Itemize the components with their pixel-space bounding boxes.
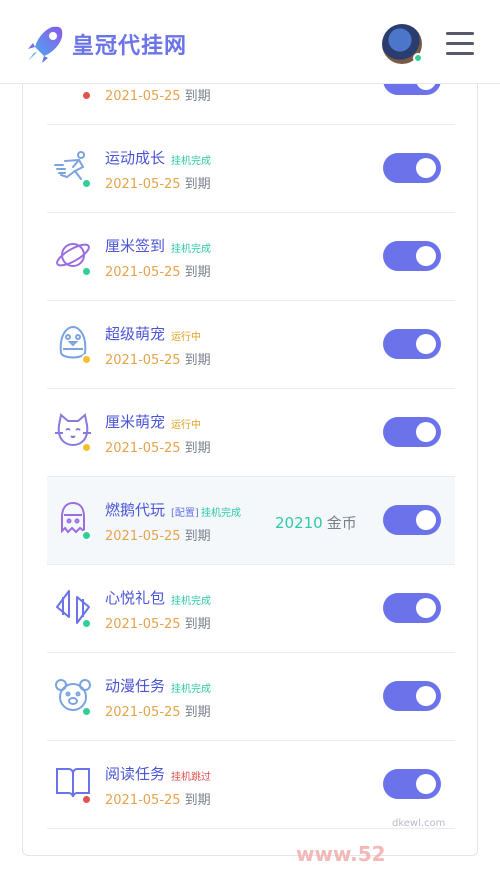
expiry-date: 2021-05-25 到期 [105, 173, 211, 192]
expires-label: 到期 [184, 177, 211, 192]
status-tag: 挂机完成 [171, 244, 211, 255]
task-list-card: 2021-05-25 到期 运动成长 挂机完成 2021-05-25 到期 厘米签到 挂机完成… [22, 60, 478, 856]
expiry-date: 2021-05-25 到期 [105, 349, 211, 368]
task-row[interactable]: 厘米签到 挂机完成 2021-05-25 到期 [47, 213, 455, 301]
toggle-knob [416, 686, 436, 706]
status-tag: 挂机完成 [201, 508, 241, 519]
coin-balance: 20210 金币 [275, 512, 357, 533]
toggle-knob [416, 510, 436, 530]
status-dot [81, 794, 92, 805]
task-name: 超级萌宠 [105, 325, 166, 343]
enable-toggle[interactable] [383, 681, 441, 711]
status-dot [81, 354, 92, 365]
status-tag: 挂机完成 [171, 684, 211, 695]
enable-toggle[interactable] [383, 241, 441, 271]
online-dot [413, 53, 423, 63]
rocket-icon [28, 26, 63, 63]
expiry-date: 2021-05-25 到期 [105, 85, 211, 104]
brand[interactable]: 皇冠代挂网 [24, 22, 187, 66]
status-tag: 运行中 [171, 420, 201, 431]
task-name: 厘米萌宠 [105, 413, 166, 431]
expiry-date: 2021-05-25 到期 [105, 437, 211, 456]
status-dot [81, 90, 92, 101]
task-row[interactable]: 阅读任务 挂机跳过 2021-05-25 到期 [47, 741, 455, 829]
coin-unit: 金币 [326, 514, 357, 532]
date-value: 2021-05-25 [105, 441, 181, 456]
watermark-sub: dkewl.com [392, 818, 446, 829]
task-row[interactable]: 心悦礼包 挂机完成 2021-05-25 到期 [47, 565, 455, 653]
toggle-knob [416, 246, 436, 266]
task-row[interactable]: 动漫任务 挂机完成 2021-05-25 到期 [47, 653, 455, 741]
date-value: 2021-05-25 [105, 353, 181, 368]
toggle-knob [416, 334, 436, 354]
enable-toggle[interactable] [383, 153, 441, 183]
task-name: 心悦礼包 [105, 589, 166, 607]
toggle-knob [416, 774, 436, 794]
task-name: 运动成长 [105, 149, 166, 167]
toggle-knob [416, 422, 436, 442]
date-value: 2021-05-25 [105, 177, 181, 192]
expires-label: 到期 [184, 529, 211, 544]
status-dot [81, 706, 92, 717]
status-dot [81, 442, 92, 453]
status-dot [81, 266, 92, 277]
menu-icon-bar [446, 52, 474, 55]
toggle-knob [416, 598, 436, 618]
date-value: 2021-05-25 [105, 265, 181, 280]
toggle-knob [416, 158, 436, 178]
expires-label: 到期 [184, 705, 211, 720]
menu-button[interactable] [446, 32, 474, 56]
date-value: 2021-05-25 [105, 617, 181, 632]
enable-toggle[interactable] [383, 593, 441, 623]
menu-icon-bar [446, 32, 474, 35]
config-link[interactable]: [配置] [171, 504, 199, 519]
status-dot [81, 530, 92, 541]
expiry-date: 2021-05-25 到期 [105, 789, 211, 808]
task-name: 阅读任务 [105, 765, 166, 783]
task-name: 动漫任务 [105, 677, 166, 695]
expiry-date: 2021-05-25 到期 [105, 613, 211, 632]
enable-toggle[interactable] [383, 417, 441, 447]
expires-label: 到期 [184, 441, 211, 456]
status-tag: 运行中 [171, 332, 201, 343]
date-value: 2021-05-25 [105, 529, 181, 544]
date-value: 2021-05-25 [105, 705, 181, 720]
top-bar: 皇冠代挂网 [0, 0, 500, 84]
status-dot [81, 178, 92, 189]
brand-name: 皇冠代挂网 [72, 34, 188, 59]
enable-toggle[interactable] [383, 329, 441, 359]
expires-label: 到期 [184, 265, 211, 280]
task-row[interactable]: 厘米萌宠 运行中 2021-05-25 到期 [47, 389, 455, 477]
date-value: 2021-05-25 [105, 793, 181, 808]
task-row[interactable]: 燃鹅代玩 [配置] 挂机完成 2021-05-25 到期 20210 金币 [47, 477, 455, 565]
status-tag: 挂机完成 [171, 156, 211, 167]
task-name: 厘米签到 [105, 237, 166, 255]
status-tag: 挂机跳过 [171, 772, 211, 783]
coin-value: 20210 [275, 514, 323, 532]
expires-label: 到期 [184, 89, 211, 104]
expiry-date: 2021-05-25 到期 [105, 525, 211, 544]
expires-label: 到期 [184, 617, 211, 632]
expires-label: 到期 [184, 793, 211, 808]
menu-icon-bar [446, 42, 474, 45]
expires-label: 到期 [184, 353, 211, 368]
status-tag: 挂机完成 [171, 596, 211, 607]
expiry-date: 2021-05-25 到期 [105, 701, 211, 720]
date-value: 2021-05-25 [105, 89, 181, 104]
watermark: www.52 [296, 842, 386, 866]
task-row[interactable]: 运动成长 挂机完成 2021-05-25 到期 [47, 125, 455, 213]
expiry-date: 2021-05-25 到期 [105, 261, 211, 280]
status-dot [81, 618, 92, 629]
enable-toggle[interactable] [383, 505, 441, 535]
task-row[interactable]: 超级萌宠 运行中 2021-05-25 到期 [47, 301, 455, 389]
avatar[interactable] [382, 24, 423, 64]
task-name: 燃鹅代玩 [105, 501, 166, 519]
enable-toggle[interactable] [383, 769, 441, 799]
